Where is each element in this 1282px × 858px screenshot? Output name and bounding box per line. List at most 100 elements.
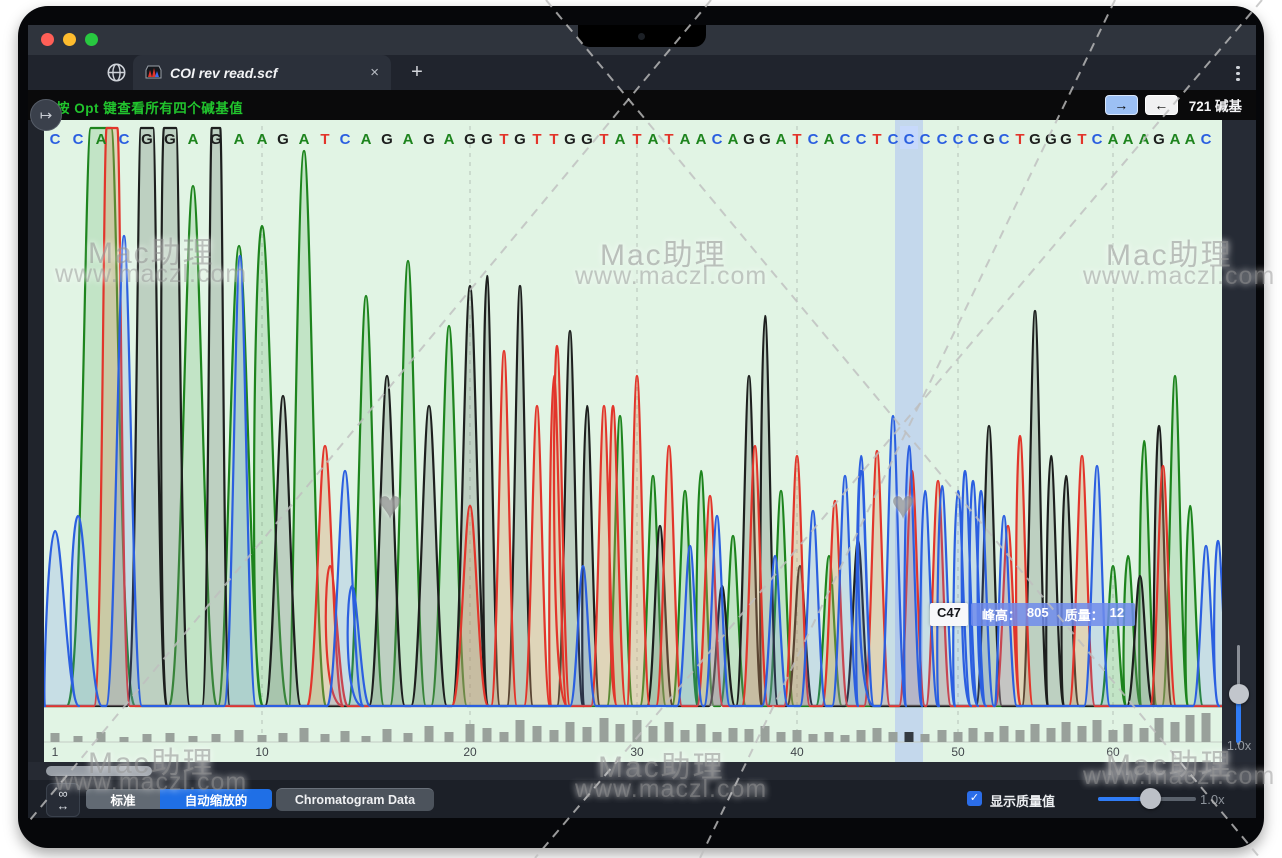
base-letter[interactable]: G [564,131,576,148]
quality-bar[interactable] [633,720,642,742]
quality-bar[interactable] [583,727,592,742]
quality-bar[interactable] [600,718,609,742]
quality-bar[interactable] [550,730,559,742]
base-letter[interactable]: C [73,131,84,148]
base-letter[interactable]: C [999,131,1010,148]
quality-bar[interactable] [745,729,754,742]
quality-bar[interactable] [1155,718,1164,742]
quality-bar[interactable] [383,729,392,742]
base-letter[interactable]: T [792,131,801,148]
base-letter[interactable]: A [361,131,372,148]
quality-bar[interactable] [235,730,244,742]
base-letter[interactable]: A [234,131,245,148]
quality-bar[interactable] [425,726,434,742]
quality-bar[interactable] [120,737,129,742]
show-quality-checkbox[interactable]: ✓ [967,791,982,806]
base-letter[interactable]: C [840,131,851,148]
quality-bar[interactable] [279,733,288,742]
quality-bar[interactable] [445,732,454,742]
quality-bar[interactable] [905,732,914,742]
quality-bar[interactable] [166,733,175,742]
quality-bar[interactable] [1047,728,1056,742]
quality-bar[interactable] [1093,720,1102,742]
quality-bar[interactable] [466,724,475,742]
base-letter[interactable]: G [514,131,526,148]
base-letter[interactable]: T [632,131,641,148]
quality-bar[interactable] [649,726,658,742]
quality-bar[interactable] [258,735,267,742]
base-letter[interactable]: C [808,131,819,148]
close-tab-icon[interactable]: × [370,64,379,81]
base-letter[interactable]: T [532,131,541,148]
quality-bar[interactable] [212,734,221,742]
quality-bar[interactable] [713,732,722,742]
base-letter[interactable]: C [1092,131,1103,148]
base-letter[interactable]: A [188,131,199,148]
vertical-zoom-thumb[interactable] [1229,684,1249,704]
base-letter[interactable]: A [96,131,107,148]
quality-bar[interactable] [761,726,770,742]
base-letter[interactable]: A [299,131,310,148]
quality-bar[interactable] [825,732,834,742]
quality-bar[interactable] [500,732,509,742]
base-letter[interactable]: C [712,131,723,148]
quality-bar[interactable] [1016,730,1025,742]
quality-bar[interactable] [97,732,106,742]
quality-bar[interactable] [873,728,882,742]
base-letter[interactable]: A [696,131,707,148]
next-base-button[interactable]: → [1105,95,1138,115]
chromatogram-view[interactable]: CCACGGAGAAGATCAGAGAGGTGTTGGTATATAACAGGAT… [44,120,1222,762]
base-letter[interactable]: G [381,131,393,148]
quality-bar[interactable] [729,728,738,742]
base-letter[interactable]: T [1015,131,1024,148]
base-letter[interactable]: T [549,131,558,148]
base-letter[interactable]: G [983,131,995,148]
base-letter[interactable]: T [664,131,673,148]
base-letter[interactable]: G [1029,131,1041,148]
base-letter[interactable]: G [743,131,755,148]
base-letter[interactable]: A [648,131,659,148]
quality-bar[interactable] [300,728,309,742]
tab-active[interactable]: COI rev read.scf × [133,55,391,90]
quality-bar[interactable] [665,722,674,742]
scale-auto-button[interactable]: 自动缩放的 [160,789,272,809]
quality-bar[interactable] [1140,728,1149,742]
base-letter[interactable]: T [872,131,881,148]
base-letter[interactable]: A [1108,131,1119,148]
base-letter[interactable]: G [481,131,493,148]
base-letter[interactable]: C [968,131,979,148]
base-letter[interactable]: A [1185,131,1196,148]
horizontal-scrollbar[interactable] [28,762,1256,780]
quality-bar[interactable] [777,732,786,742]
base-letter[interactable]: A [1170,131,1181,148]
new-tab-button[interactable]: + [404,59,430,85]
base-letter[interactable]: G [1153,131,1165,148]
base-letter[interactable]: T [320,131,329,148]
quality-bar[interactable] [566,722,575,742]
base-letter[interactable]: G [277,131,289,148]
quality-bar[interactable] [362,736,371,742]
base-letter[interactable]: C [920,131,931,148]
quality-bar[interactable] [793,730,802,742]
base-letter[interactable]: G [759,131,771,148]
base-letter[interactable]: G [464,131,476,148]
base-letter[interactable]: C [904,131,915,148]
base-letter[interactable]: A [1123,131,1134,148]
base-letter[interactable]: A [1139,131,1150,148]
zoom-window-button[interactable] [85,33,98,46]
base-letter[interactable]: T [499,131,508,148]
quality-bar[interactable] [1078,726,1087,742]
base-letter[interactable]: G [423,131,435,148]
base-letter[interactable]: A [824,131,835,148]
fit-width-button[interactable]: ∞ ↔ [46,783,80,817]
base-letter[interactable]: C [937,131,948,148]
base-letter[interactable]: G [141,131,153,148]
quality-bar[interactable] [1186,715,1195,742]
base-letter[interactable]: G [1060,131,1072,148]
quality-bar[interactable] [404,733,413,742]
quality-bar[interactable] [1000,726,1009,742]
minimize-window-button[interactable] [63,33,76,46]
horizontal-zoom-thumb[interactable] [1140,788,1161,809]
base-letter[interactable]: A [615,131,626,148]
base-letter[interactable]: A [680,131,691,148]
